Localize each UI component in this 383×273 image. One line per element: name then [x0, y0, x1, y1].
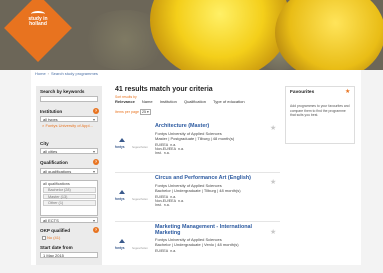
sort-type[interactable]: Type of education: [213, 99, 245, 104]
sort-relevance[interactable]: Relevance: [115, 99, 135, 104]
favourite-star-icon[interactable]: ★: [270, 124, 276, 132]
start-date-title: Start date from: [40, 245, 73, 250]
result-meta: Master | Postgraduate | Tilburg | 48 mon…: [155, 136, 235, 141]
fontys-logo: [117, 138, 127, 144]
logo-text: study in holland: [28, 16, 48, 27]
divider: [115, 172, 280, 173]
qualification-select[interactable]: all qualifications: [40, 168, 98, 174]
city-title: City: [40, 141, 49, 146]
favourites-text: Add programmes to your favourites and co…: [290, 104, 350, 118]
result-fees: EU/EEA n.a. Non-EU/EEA n.a. Inst. n.a.: [155, 143, 184, 156]
qualification-title: Qualification: [40, 160, 68, 165]
favourite-star-icon[interactable]: ★: [270, 178, 276, 186]
fontys-logo: [117, 239, 127, 245]
sort-options: Relevance Name Institution Qualification…: [115, 99, 251, 104]
result-card: fontys hogescholen Marketing Management …: [115, 224, 277, 253]
favourites-title: Favourites: [290, 90, 315, 95]
keywords-title: Search by keywords: [40, 89, 85, 94]
sort-institution[interactable]: Institution: [160, 99, 177, 104]
sort-qualification[interactable]: Qualification: [184, 99, 206, 104]
results-count-title: 41 results match your criteria: [115, 86, 213, 93]
breadcrumb-current: Search study programmes: [51, 71, 98, 76]
result-meta: Bachelor | Undergraduate | Tilburg | 48 …: [155, 188, 241, 193]
institution-select[interactable]: all types: [40, 116, 98, 122]
favourites-star-icon: ★: [345, 89, 351, 95]
breadcrumb-home[interactable]: Home: [35, 71, 46, 76]
result-card: fontys hogescholen Circus and Performanc…: [115, 175, 277, 208]
okp-option[interactable]: No (41): [42, 235, 60, 240]
result-fees: EU/EEA n.a.: [155, 249, 177, 253]
info-icon[interactable]: ?: [93, 227, 99, 233]
okp-title: OKP qualified: [40, 228, 71, 233]
result-meta: Bachelor | Undergraduate | Venlo | 48 mo…: [155, 242, 239, 247]
result-title[interactable]: Marketing Management - International Mar…: [155, 224, 265, 236]
result-title[interactable]: Architecture (Master): [155, 123, 265, 130]
breadcrumb: Home › Search study programmes: [35, 71, 98, 76]
qualification-option[interactable]: Master (13): [43, 193, 96, 199]
institution-title: Institution: [40, 109, 63, 114]
result-title[interactable]: Circus and Performance Art (English): [155, 175, 265, 182]
institution-selected-filter[interactable]: × Fontys University of Appl...: [42, 123, 98, 129]
okp-checkbox[interactable]: [42, 235, 46, 240]
result-card: fontys hogescholen Architecture (Master)…: [115, 123, 277, 156]
info-icon[interactable]: ?: [93, 108, 99, 114]
qualification-option[interactable]: Other (1): [43, 200, 96, 206]
info-icon[interactable]: ?: [93, 159, 99, 165]
items-per-page-select[interactable]: 25 ▾: [139, 109, 151, 115]
qualification-listbox[interactable]: all qualifications Bachelor (28) Master …: [40, 180, 98, 216]
result-fees: EU/EEA n.a. Non-EU/EEA n.a. Inst. n.a.: [155, 195, 184, 208]
qualification-option[interactable]: Bachelor (28): [43, 187, 96, 193]
fontys-logo: [117, 190, 127, 196]
ects-select[interactable]: all ECTS: [40, 217, 98, 223]
items-per-page: Items per page 25 ▾: [115, 109, 151, 115]
keywords-input[interactable]: [40, 96, 98, 102]
start-date-input[interactable]: 1 May 2015: [40, 252, 98, 258]
favourite-star-icon[interactable]: ★: [270, 228, 276, 236]
sort-name[interactable]: Name: [142, 99, 153, 104]
divider: [115, 221, 280, 222]
city-select[interactable]: all cities: [40, 148, 98, 154]
